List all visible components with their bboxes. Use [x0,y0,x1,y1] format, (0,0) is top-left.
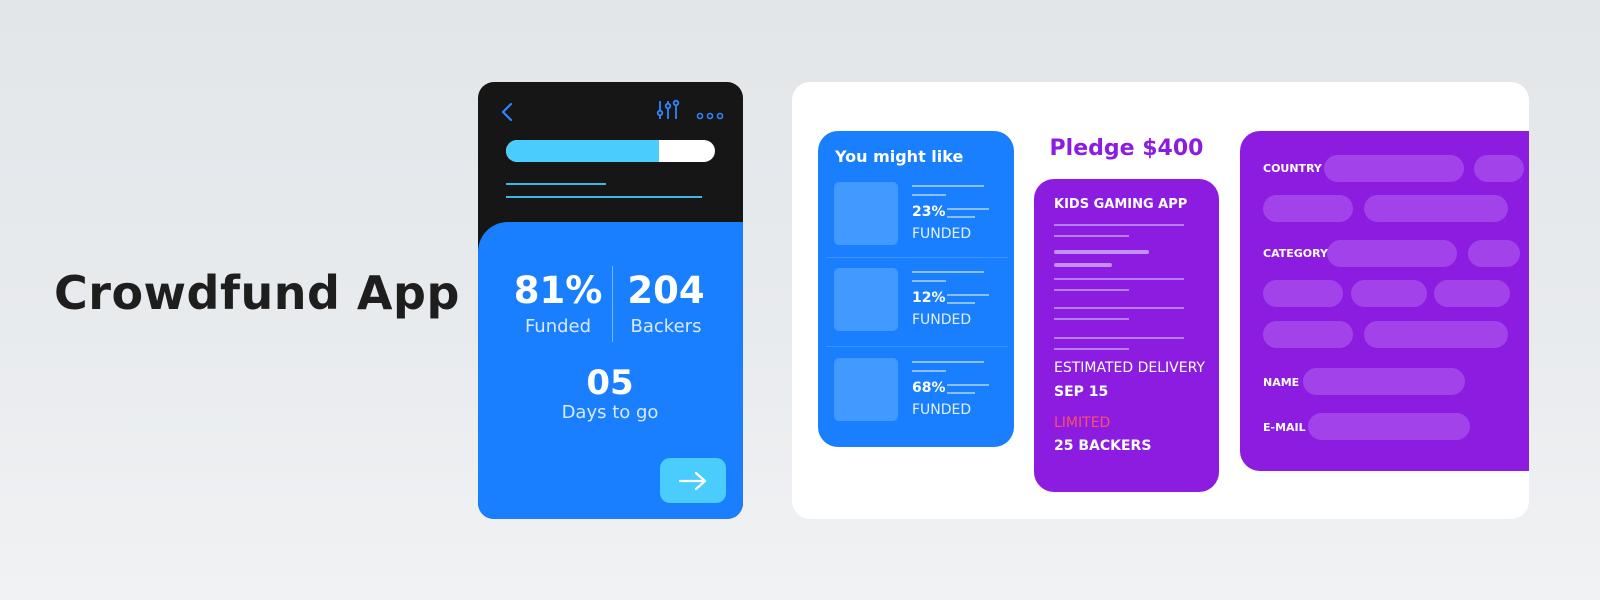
recommendations-card: You might like 23% FUNDED 12% FUNDED 68% [818,131,1014,447]
sliders-icon[interactable] [656,98,680,122]
filter-form-card: COUNTRY CATEGORY NAME E-MAIL [1240,131,1529,471]
name-field[interactable] [1303,368,1465,395]
pledge-title: Pledge $400 [1049,136,1204,161]
list-item[interactable]: 23% FUNDED [834,182,999,248]
backers-value: 204 [627,269,705,312]
category-option[interactable] [1364,321,1508,348]
list-item[interactable]: 12% FUNDED [834,268,999,334]
category-option[interactable] [1468,240,1520,267]
placeholder-line [506,183,606,185]
funded-label: FUNDED [912,402,972,418]
backers-label: Backers [630,316,702,337]
days-to-go-stat: 05 Days to go [540,364,680,423]
funded-percent: 68% [912,380,946,396]
more-dots-icon[interactable] [696,106,724,120]
funding-progress-bar [506,140,715,162]
category-option[interactable] [1351,280,1427,307]
country-option[interactable] [1263,195,1353,222]
pledge-app-name: KIDS GAMING APP [1054,197,1188,212]
funding-progress-fill [506,140,659,162]
days-value: 05 [586,363,634,403]
funded-label: Funded [524,316,592,337]
funded-label: FUNDED [912,312,972,328]
category-option[interactable] [1263,280,1343,307]
backers-stat: 204 Backers [616,269,716,338]
project-thumbnail [834,182,898,245]
funded-percent: 12% [912,290,946,306]
project-thumbnail [834,268,898,331]
name-label: NAME [1263,376,1300,389]
category-label: CATEGORY [1263,247,1328,260]
arrow-right-icon [678,471,707,490]
funded-value: 81% [513,269,603,312]
stats-panel: 81% Funded 204 Backers 05 Days to go [478,222,743,519]
email-label: E-MAIL [1263,421,1306,434]
campaign-phone-screen: 81% Funded 204 Backers 05 Days to go [478,82,743,519]
list-item[interactable]: 68% FUNDED [834,358,999,424]
funded-label: FUNDED [912,226,972,242]
page-title: Crowdfund App [54,266,460,320]
funded-stat: 81% Funded [508,269,608,338]
delivery-date: SEP 15 [1054,384,1109,400]
recommendations-title: You might like [835,147,964,166]
estimated-delivery-label: ESTIMATED DELIVERY [1054,360,1205,376]
stat-divider [612,266,613,342]
project-thumbnail [834,358,898,421]
placeholder-line [506,196,702,198]
category-option[interactable] [1434,280,1510,307]
country-option[interactable] [1474,155,1524,182]
category-option[interactable] [1263,321,1353,348]
pledge-card[interactable]: KIDS GAMING APP ESTIMATED DELIVERY SEP 1… [1034,179,1219,492]
country-label: COUNTRY [1263,162,1322,175]
country-option[interactable] [1364,195,1508,222]
email-field[interactable] [1308,413,1470,440]
list-divider [826,257,1008,258]
next-button[interactable] [660,458,726,503]
days-label: Days to go [561,402,659,423]
limited-badge: LIMITED [1054,415,1111,431]
country-option[interactable] [1324,155,1464,182]
funded-percent: 23% [912,204,946,220]
screens-board: You might like 23% FUNDED 12% FUNDED 68% [792,82,1529,519]
chevron-left-icon[interactable] [498,100,516,124]
list-divider [826,346,1008,347]
category-option[interactable] [1327,240,1457,267]
backers-count: 25 BACKERS [1054,438,1152,454]
